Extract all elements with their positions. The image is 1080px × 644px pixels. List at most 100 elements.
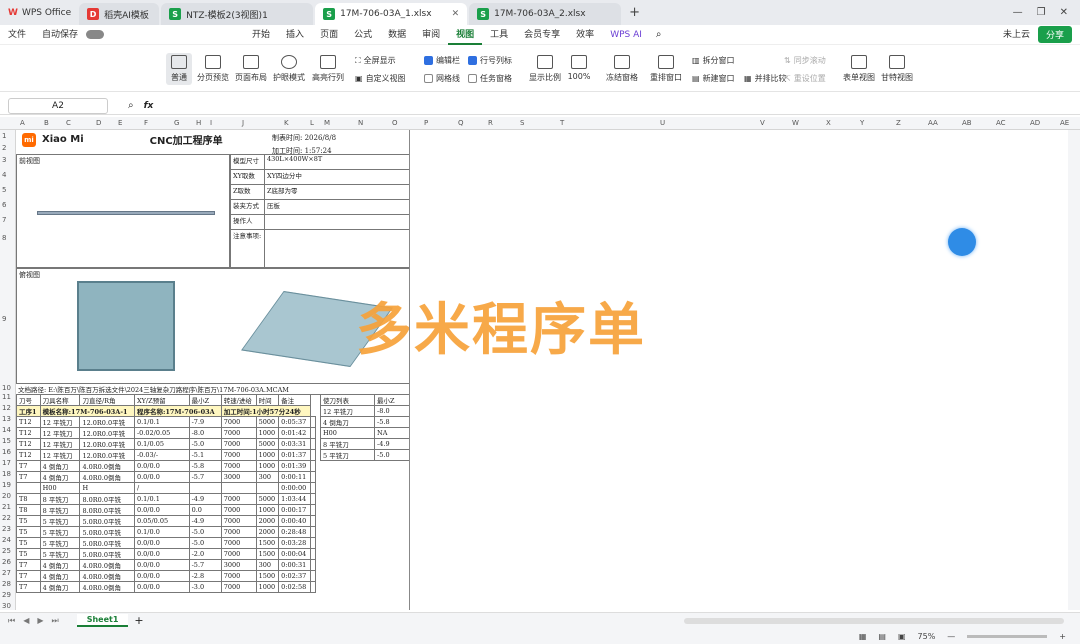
column-title[interactable]: 刀号: [16, 394, 41, 406]
table-cell[interactable]: T7: [16, 460, 41, 472]
table-cell[interactable]: 0:00:17: [278, 504, 311, 516]
table-cell[interactable]: T12: [16, 449, 41, 461]
summary-cell[interactable]: 加工时间:1小时57分24秒: [220, 405, 311, 417]
table-cell[interactable]: 0:01:37: [278, 449, 311, 461]
table-cell[interactable]: 1000: [255, 504, 280, 516]
table-cell[interactable]: -8.0: [188, 427, 222, 439]
table-cell[interactable]: 7000: [220, 548, 257, 560]
autosave-toggle[interactable]: [86, 30, 105, 39]
side-cell[interactable]: 4 倒角刀: [319, 416, 376, 428]
table-cell[interactable]: H00: [39, 482, 81, 494]
row-header[interactable]: 28: [2, 580, 11, 588]
table-cell[interactable]: 7000: [220, 537, 257, 549]
row-header[interactable]: 5: [2, 186, 6, 194]
table-cell[interactable]: -4.9: [188, 493, 222, 505]
table-cell[interactable]: 12 平铣刀: [39, 427, 81, 439]
arrange-windows-button[interactable]: 重排窗口: [646, 55, 686, 83]
table-cell[interactable]: [188, 482, 222, 494]
split-window-button[interactable]: ▥ 拆分窗口: [692, 55, 735, 66]
tab-template[interactable]: S NTZ-模板2(3视图)1: [161, 3, 314, 25]
row-header[interactable]: 9: [2, 315, 6, 323]
table-cell[interactable]: 300: [255, 471, 280, 483]
table-cell[interactable]: 2000: [255, 515, 280, 527]
normal-view-button[interactable]: 普通: [166, 53, 192, 85]
close-window-icon[interactable]: ✕: [1060, 7, 1068, 18]
table-cell[interactable]: [16, 482, 41, 494]
table-cell[interactable]: 1500: [255, 548, 280, 560]
table-cell[interactable]: 0.1/0.05: [133, 438, 190, 450]
side-cell[interactable]: 12 平铣刀: [319, 405, 376, 417]
side-cell[interactable]: -5.0: [374, 449, 410, 461]
next-sheet-icon[interactable]: ▶: [37, 616, 43, 625]
column-title[interactable]: 转速/进给: [220, 394, 257, 406]
column-header[interactable]: AC: [996, 119, 1006, 127]
info-label[interactable]: 模型尺寸: [230, 154, 265, 170]
column-header[interactable]: K: [284, 119, 289, 127]
column-header[interactable]: F: [144, 119, 148, 127]
table-cell[interactable]: 12.0R0.0平铣: [79, 416, 135, 428]
table-cell[interactable]: 4.0R0.0倒角: [79, 471, 135, 483]
table-cell[interactable]: 1:03:44: [278, 493, 311, 505]
column-header[interactable]: W: [792, 119, 799, 127]
info-value[interactable]: 压板: [264, 199, 410, 215]
normal-view-icon[interactable]: ▦: [859, 632, 867, 641]
side-cell[interactable]: 5 平铣刀: [319, 449, 376, 461]
info-value[interactable]: [264, 229, 410, 268]
menu-review[interactable]: 审阅: [414, 25, 448, 45]
table-cell[interactable]: 0.0: [188, 504, 222, 516]
table-cell[interactable]: T7: [16, 581, 41, 593]
eye-protect-button[interactable]: 护眼模式: [272, 55, 306, 83]
tab-docer[interactable]: D 稻壳AI模板: [79, 3, 160, 25]
table-cell[interactable]: -5.0: [188, 526, 222, 538]
side-cell[interactable]: 8 平铣刀: [319, 438, 376, 450]
side-column-title[interactable]: 最小Z: [374, 394, 410, 406]
column-header[interactable]: T: [560, 119, 564, 127]
table-cell[interactable]: T7: [16, 559, 41, 571]
last-sheet-icon[interactable]: ⏭: [52, 616, 59, 626]
table-cell[interactable]: -5.8: [188, 460, 222, 472]
table-cell[interactable]: 12.0R0.0平铣: [79, 449, 135, 461]
freeze-panes-button[interactable]: 冻结窗格: [602, 55, 642, 83]
table-cell[interactable]: 5 平铣刀: [39, 515, 81, 527]
side-cell[interactable]: -4.9: [374, 438, 410, 450]
column-header[interactable]: R: [488, 119, 493, 127]
row-header[interactable]: 29: [2, 591, 11, 599]
column-header[interactable]: G: [174, 119, 179, 127]
table-cell[interactable]: 4.0R0.0倒角: [79, 581, 135, 593]
table-cell[interactable]: -0.02/0.05: [133, 427, 190, 439]
table-cell[interactable]: 7000: [220, 438, 257, 450]
table-cell[interactable]: 5.0R0.0平铣: [79, 526, 135, 538]
tab-file-1[interactable]: S 17M-706-03A_1.xlsx ✕: [315, 3, 468, 25]
note-cell[interactable]: [309, 559, 317, 571]
page-layout-button[interactable]: 页面布局: [233, 55, 269, 83]
row-header[interactable]: 26: [2, 558, 11, 566]
note-cell[interactable]: [309, 548, 317, 560]
note-cell[interactable]: [309, 438, 317, 450]
menu-wps-ai[interactable]: WPS AI: [602, 25, 650, 45]
task-pane-checkbox[interactable]: 任务窗格: [468, 73, 512, 84]
table-cell[interactable]: 7000: [220, 515, 257, 527]
zoom-in-icon[interactable]: +: [1059, 632, 1066, 641]
table-cell[interactable]: -4.9: [188, 515, 222, 527]
note-cell[interactable]: [309, 482, 317, 494]
table-cell[interactable]: 300: [255, 559, 280, 571]
zoom-button[interactable]: 显示比例: [528, 55, 562, 83]
gantt-view-button[interactable]: 甘特视图: [880, 55, 914, 83]
table-cell[interactable]: 0:00:31: [278, 559, 311, 571]
column-header[interactable]: Y: [860, 119, 864, 127]
table-cell[interactable]: 0.0/0.0: [133, 460, 190, 472]
info-label[interactable]: 操作人: [230, 214, 265, 230]
table-cell[interactable]: 8.0R0.0平铣: [79, 493, 135, 505]
table-cell[interactable]: 12 平铣刀: [39, 449, 81, 461]
menu-file[interactable]: 文件: [0, 25, 34, 45]
note-cell[interactable]: [309, 427, 317, 439]
column-header[interactable]: H: [196, 119, 201, 127]
new-window-button[interactable]: ▤ 新建窗口: [692, 73, 735, 84]
sync-scroll-button[interactable]: ⇅ 同步滚动: [784, 55, 826, 66]
table-cell[interactable]: 5.0R0.0平铣: [79, 548, 135, 560]
column-header[interactable]: O: [392, 119, 398, 127]
table-cell[interactable]: 0:05:37: [278, 416, 311, 428]
column-header[interactable]: B: [44, 119, 49, 127]
search-icon[interactable]: ⌕: [656, 29, 662, 40]
zoom-level[interactable]: 75%: [918, 632, 936, 641]
